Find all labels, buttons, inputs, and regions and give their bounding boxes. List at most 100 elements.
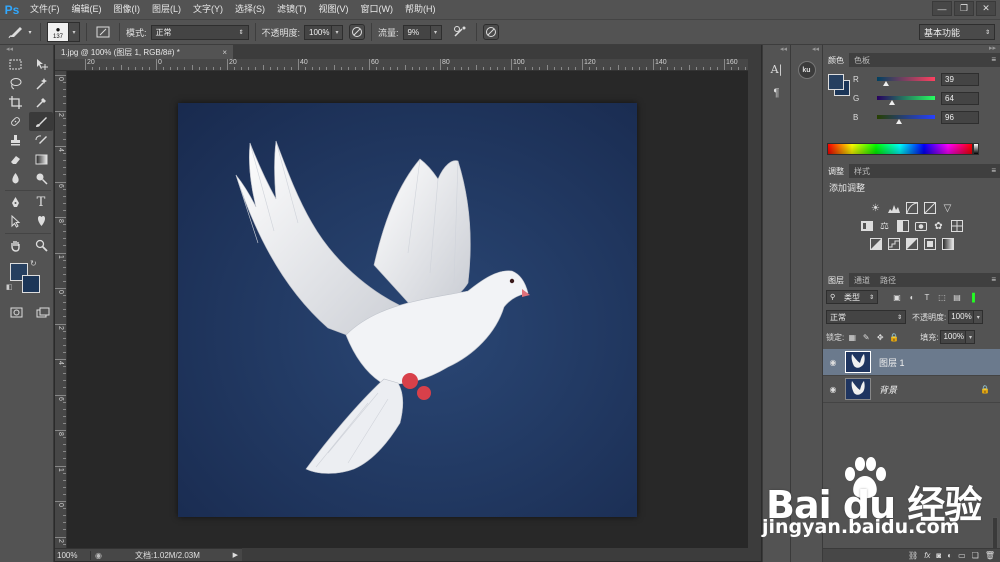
levels-icon[interactable] (887, 201, 901, 215)
red-slider[interactable] (877, 77, 935, 86)
menu-window[interactable]: 窗口(W) (355, 0, 400, 19)
move-tool-icon[interactable] (29, 55, 53, 74)
menu-layer[interactable]: 图层(L) (146, 0, 187, 19)
tab-channels[interactable]: 通道 (849, 273, 875, 287)
custom-shape-icon[interactable] (29, 212, 53, 231)
threshold-icon[interactable] (905, 237, 919, 251)
blue-slider-thumb[interactable] (895, 119, 902, 124)
brush-size-arrow[interactable]: ▾ (68, 22, 80, 42)
document-tab[interactable]: 1.jpg @ 100% (图层 1, RGB/8#) * × (55, 45, 233, 59)
layer-filter-kind-select[interactable]: ⚲ 类型 ⇕ (826, 290, 878, 304)
vibrance-icon[interactable]: ▽ (941, 201, 955, 215)
invert-icon[interactable] (869, 237, 883, 251)
red-value-input[interactable]: 39 (941, 72, 979, 86)
workspace-switcher[interactable]: 基本功能 ⇕ (919, 24, 995, 40)
eyedropper-icon[interactable] (29, 93, 53, 112)
delete-layer-icon[interactable]: 🗑 (985, 551, 995, 560)
layer-name[interactable]: 图层 1 (879, 356, 905, 369)
mode-select[interactable]: 正常 ⇕ (150, 24, 249, 40)
green-slider[interactable] (877, 96, 935, 105)
pen-tool-icon[interactable] (3, 193, 27, 212)
flow-dropdown-arrow[interactable]: ▾ (429, 24, 442, 40)
layer-row[interactable]: ◉ 背景 🔒 (823, 376, 1000, 403)
default-colors-icon[interactable]: ◧ (6, 283, 13, 291)
panel-expand-icon[interactable]: ◂◂ (763, 45, 790, 55)
brush-size-picker[interactable]: ● 137 (47, 22, 69, 42)
screen-mode-icon[interactable] (33, 303, 54, 322)
brush-tool-preset-icon[interactable] (6, 23, 26, 41)
lasso-tool-icon[interactable] (3, 74, 27, 93)
blue-value-input[interactable]: 96 (941, 110, 979, 124)
green-slider-thumb[interactable] (888, 100, 895, 105)
magic-wand-icon[interactable] (29, 74, 53, 93)
status-menu-arrow-icon[interactable]: ▶ (233, 551, 238, 559)
crop-tool-icon[interactable] (3, 93, 27, 112)
vertical-scrollbar[interactable] (748, 59, 761, 548)
filter-adjustment-icon[interactable]: ◐ (906, 291, 918, 303)
paragraph-panel-icon[interactable]: ¶ (767, 83, 787, 103)
lock-position-icon[interactable]: ✥ (874, 331, 886, 343)
layer-style-icon[interactable]: fx (924, 551, 930, 560)
foreground-color-swatch[interactable] (828, 74, 844, 90)
filter-shape-icon[interactable]: ⬚ (936, 291, 948, 303)
dodge-tool-icon[interactable] (29, 169, 53, 188)
add-mask-icon[interactable]: ◙ (936, 551, 941, 560)
zoom-tool-icon[interactable] (29, 236, 53, 255)
posterize-icon[interactable] (887, 237, 901, 251)
swap-colors-icon[interactable]: ↻ (30, 259, 37, 268)
lock-all-icon[interactable]: 🔒 (888, 331, 900, 343)
menu-image[interactable]: 图像(I) (108, 0, 147, 19)
blend-mode-select[interactable]: 正常 ⇕ (826, 310, 906, 324)
brush-tool-icon[interactable] (29, 112, 53, 131)
brush-panel-toggle-icon[interactable] (93, 23, 113, 41)
blur-tool-icon[interactable] (3, 169, 27, 188)
chevron-down-icon[interactable]: ▾ (26, 23, 34, 41)
marquee-tool-icon[interactable] (3, 55, 27, 74)
status-info-icon[interactable]: ◉ (95, 551, 107, 560)
eraser-tool-icon[interactable] (3, 150, 27, 169)
color-spectrum-bar[interactable] (827, 143, 973, 155)
curves-icon[interactable] (905, 201, 919, 215)
quick-mask-icon[interactable] (6, 303, 27, 322)
tab-styles[interactable]: 样式 (849, 164, 875, 178)
character-panel-icon[interactable]: A| (767, 59, 787, 79)
fill-arrow[interactable]: ▾ (965, 330, 976, 344)
history-brush-icon[interactable] (29, 131, 53, 150)
menu-help[interactable]: 帮助(H) (399, 0, 442, 19)
canvas-area[interactable] (67, 71, 748, 548)
filter-smart-object-icon[interactable]: ▤ (951, 291, 963, 303)
green-value-input[interactable]: 64 (941, 91, 979, 105)
panel-menu-icon[interactable]: ≡ (991, 55, 996, 64)
brightness-contrast-icon[interactable]: ☀ (869, 201, 883, 215)
minimize-button[interactable]: — (932, 1, 952, 16)
lock-pixels-icon[interactable]: ✎ (860, 331, 872, 343)
restore-button[interactable]: ❐ (954, 1, 974, 16)
lock-transparent-icon[interactable]: ▦ (846, 331, 858, 343)
airbrush-icon[interactable] (450, 23, 470, 41)
eye-icon[interactable]: ◉ (823, 358, 843, 367)
horizontal-scrollbar[interactable] (242, 548, 761, 561)
black-white-icon[interactable] (896, 219, 910, 233)
layer-name[interactable]: 背景 (879, 383, 897, 396)
selective-color-icon[interactable] (923, 237, 937, 251)
tab-paths[interactable]: 路径 (875, 273, 901, 287)
close-icon[interactable]: × (222, 48, 227, 57)
menu-select[interactable]: 选择(S) (229, 0, 271, 19)
tab-layers[interactable]: 图层 (823, 273, 849, 287)
color-balance-icon[interactable]: ⚖ (878, 219, 892, 233)
panel-expand-icon[interactable]: ◂◂ (791, 45, 822, 55)
hand-tool-icon[interactable] (3, 236, 27, 255)
filter-pixel-icon[interactable]: ▣ (891, 291, 903, 303)
pressure-opacity-icon[interactable] (349, 24, 366, 40)
menu-edit[interactable]: 编辑(E) (66, 0, 108, 19)
new-layer-icon[interactable]: ❏ (972, 551, 979, 560)
hue-saturation-icon[interactable] (860, 219, 874, 233)
menu-filter[interactable]: 滤镜(T) (271, 0, 313, 19)
photo-filter-icon[interactable] (914, 219, 928, 233)
pressure-size-icon[interactable] (482, 24, 499, 40)
opacity-dropdown-arrow[interactable]: ▾ (331, 24, 344, 40)
tab-adjustments[interactable]: 调整 (823, 164, 849, 178)
gradient-map-icon[interactable] (941, 237, 955, 251)
type-tool-icon[interactable]: T (29, 193, 53, 212)
fill-input[interactable]: 100% (940, 330, 967, 344)
